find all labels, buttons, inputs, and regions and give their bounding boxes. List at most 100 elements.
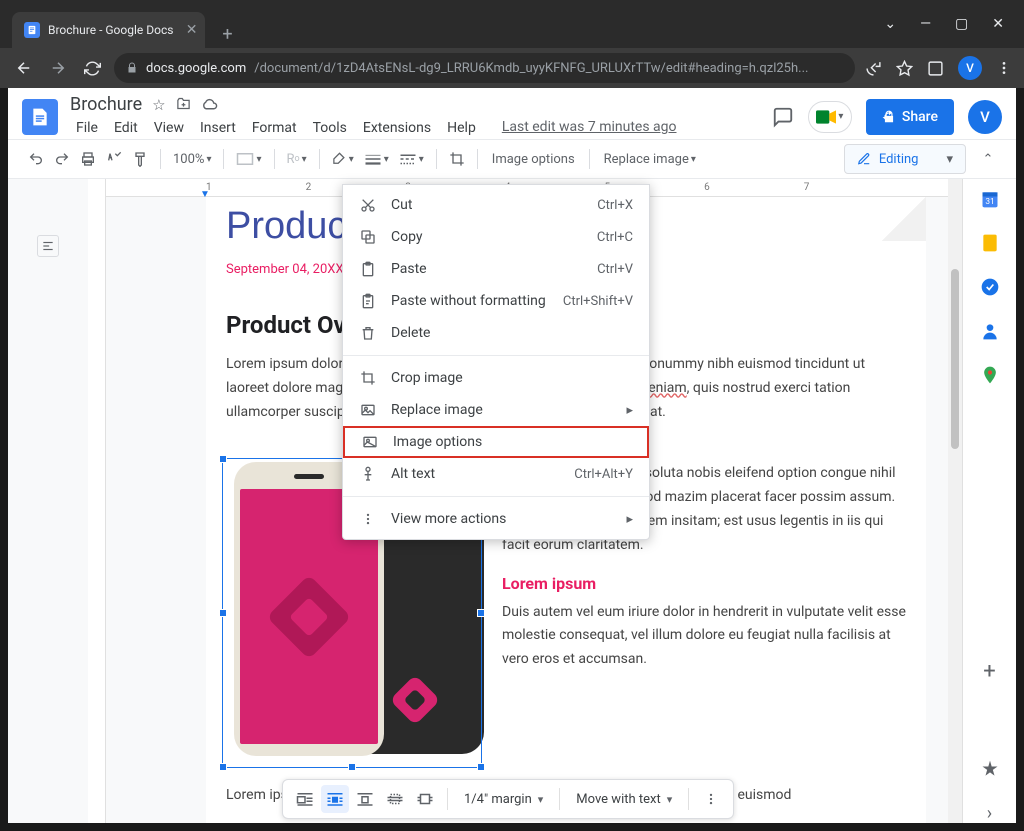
paste-plain-icon — [359, 292, 377, 310]
copy-icon — [359, 228, 377, 246]
redo-button[interactable] — [50, 146, 74, 172]
margin-dropdown[interactable]: 1/4" margin▾ — [456, 792, 551, 807]
resize-handle-se[interactable] — [477, 763, 485, 771]
cm-cut[interactable]: Cut Ctrl+X — [343, 189, 649, 221]
share-button[interactable]: Share — [866, 99, 954, 135]
image-options-button[interactable]: Image options — [486, 146, 581, 172]
move-with-text-dropdown[interactable]: Move with text▾ — [568, 792, 680, 807]
close-window-icon[interactable]: ✕ — [992, 16, 1004, 32]
vertical-scrollbar[interactable] — [948, 179, 962, 823]
browser-address-bar: docs.google.com/document/d/1zD4AtsENsL-d… — [0, 48, 1024, 88]
scrollbar-thumb[interactable] — [951, 269, 959, 449]
new-tab-button[interactable]: + — [213, 20, 241, 48]
share-label: Share — [902, 109, 938, 125]
docs-toolbar: 100%▾ ▾ Ro▾ ▾ ▾ ▾ Image options Replace … — [8, 139, 1016, 179]
forward-button[interactable] — [46, 56, 70, 80]
border-color-button[interactable]: ▾ — [328, 146, 358, 172]
editing-mode-dropdown[interactable]: Editing ▾ — [844, 144, 966, 174]
contacts-icon[interactable] — [980, 321, 1000, 341]
vertical-ruler — [88, 179, 106, 823]
star-icon[interactable]: ☆ — [152, 96, 165, 114]
zoom-dropdown[interactable]: 100%▾ — [169, 146, 215, 172]
paint-format-button[interactable] — [128, 146, 152, 172]
inline-button[interactable] — [291, 785, 319, 813]
cloud-status-icon[interactable] — [201, 96, 218, 114]
styles-dropdown[interactable]: ▾ — [232, 146, 265, 172]
minimize-icon[interactable]: — — [920, 16, 931, 32]
account-avatar[interactable]: V — [968, 100, 1002, 134]
resize-handle-e[interactable] — [477, 609, 485, 617]
crop-button[interactable] — [445, 146, 469, 172]
overflow-menu-icon[interactable] — [697, 785, 725, 813]
move-icon[interactable] — [176, 96, 191, 114]
submenu-arrow-icon: ▸ — [626, 512, 633, 527]
browser-tab[interactable]: Brochure - Google Docs ✕ — [12, 12, 205, 48]
maps-icon[interactable] — [980, 365, 1000, 385]
keep-icon[interactable] — [980, 233, 1000, 253]
add-addon-icon[interactable]: + — [980, 661, 1000, 681]
bookmark-icon[interactable] — [896, 60, 913, 77]
menu-extensions[interactable]: Extensions — [357, 117, 437, 139]
cm-crop-image[interactable]: Crop image — [343, 362, 649, 394]
browser-titlebar: Brochure - Google Docs ✕ + ⌄ — ▢ ✕ — [0, 0, 1024, 48]
explore-icon[interactable] — [980, 759, 1000, 779]
menu-help[interactable]: Help — [441, 117, 482, 139]
chrome-menu-icon[interactable] — [996, 60, 1012, 76]
resize-handle-w[interactable] — [219, 609, 227, 617]
menu-tools[interactable]: Tools — [307, 117, 353, 139]
extension-icon[interactable] — [927, 60, 944, 77]
menu-file[interactable]: File — [70, 117, 104, 139]
docs-logo-icon[interactable] — [22, 99, 58, 135]
front-text-button[interactable] — [411, 785, 439, 813]
editing-mode-label: Editing — [879, 152, 919, 167]
print-button[interactable] — [76, 146, 100, 172]
document-title[interactable]: Brochure — [70, 94, 142, 115]
cm-image-options[interactable]: Image options — [343, 426, 649, 458]
hide-sidepanel-icon[interactable]: › — [980, 803, 1000, 823]
calendar-icon[interactable]: 31 — [980, 189, 1000, 209]
cm-view-more[interactable]: View more actions ▸ — [343, 503, 649, 535]
resize-handle-sw[interactable] — [219, 763, 227, 771]
back-button[interactable] — [12, 56, 36, 80]
behind-text-button[interactable] — [381, 785, 409, 813]
url-field[interactable]: docs.google.com/document/d/1zD4AtsENsL-d… — [114, 53, 855, 83]
menu-view[interactable]: View — [148, 117, 190, 139]
menu-edit[interactable]: Edit — [108, 117, 144, 139]
replace-image-button[interactable]: Replace image▾ — [598, 146, 702, 172]
cm-copy[interactable]: Copy Ctrl+C — [343, 221, 649, 253]
break-text-button[interactable] — [351, 785, 379, 813]
cm-replace-image[interactable]: Replace image ▸ — [343, 394, 649, 426]
resize-handle-s[interactable] — [348, 763, 356, 771]
reload-button[interactable] — [80, 56, 104, 80]
profile-avatar[interactable]: V — [958, 56, 982, 80]
cm-paste[interactable]: Paste Ctrl+V — [343, 253, 649, 285]
tasks-icon[interactable] — [980, 277, 1000, 297]
share-url-icon[interactable] — [865, 60, 882, 77]
crop-icon — [359, 369, 377, 387]
resize-handle-nw[interactable] — [219, 455, 227, 463]
border-dash-button[interactable]: ▾ — [395, 146, 428, 172]
cm-alt-text[interactable]: Alt text Ctrl+Alt+Y — [343, 458, 649, 490]
caret-down-icon[interactable]: ⌄ — [884, 16, 896, 32]
font-dropdown[interactable]: Ro▾ — [283, 146, 311, 172]
undo-button[interactable] — [24, 146, 48, 172]
menu-insert[interactable]: Insert — [194, 117, 242, 139]
maximize-icon[interactable]: ▢ — [955, 16, 968, 32]
last-edit-link[interactable]: Last edit was 7 minutes ago — [502, 119, 677, 139]
meet-button[interactable]: ▾ — [808, 101, 852, 133]
menu-format[interactable]: Format — [246, 117, 303, 139]
doc-paragraph-3[interactable]: Duis autem vel eum iriure dolor in hendr… — [502, 601, 906, 672]
page-corner-fold — [882, 197, 926, 241]
lock-icon — [126, 62, 138, 74]
spellcheck-button[interactable] — [102, 146, 126, 172]
cm-delete[interactable]: Delete — [343, 317, 649, 349]
cm-paste-plain[interactable]: Paste without formatting Ctrl+Shift+V — [343, 285, 649, 317]
wrap-text-button[interactable] — [321, 785, 349, 813]
collapse-toolbar-icon[interactable]: ⌃ — [976, 146, 1000, 172]
close-tab-icon[interactable]: ✕ — [186, 22, 198, 38]
comments-icon[interactable] — [772, 106, 794, 128]
window-controls: ⌄ — ▢ ✕ — [884, 16, 1012, 32]
outline-icon[interactable] — [37, 235, 59, 257]
doc-heading-3[interactable]: Lorem ipsum — [502, 574, 906, 593]
border-weight-button[interactable]: ▾ — [360, 146, 393, 172]
